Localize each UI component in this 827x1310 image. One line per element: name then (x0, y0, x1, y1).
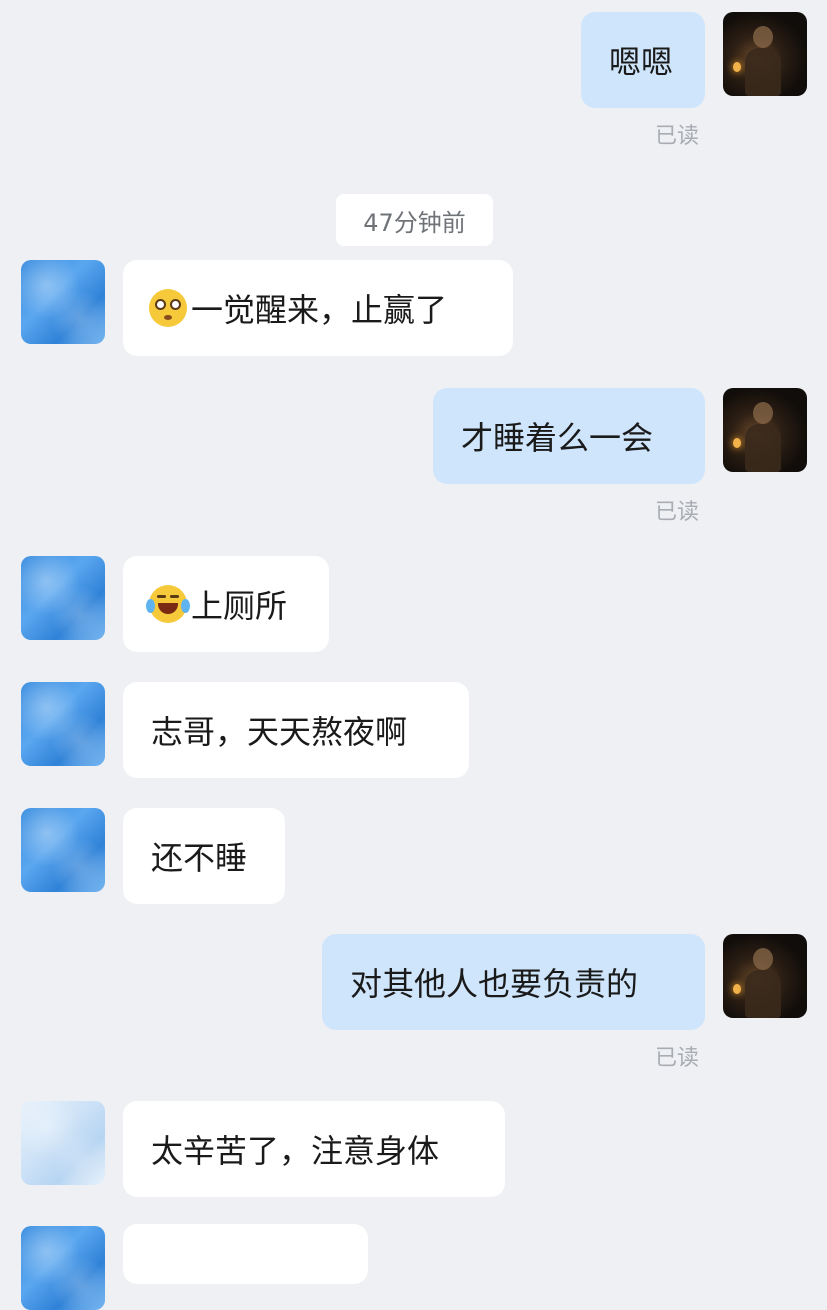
message-bubble-received[interactable]: 志哥，天天熬夜啊 (123, 682, 469, 778)
contact-avatar[interactable] (21, 556, 105, 640)
my-avatar[interactable] (723, 388, 807, 472)
candle-flame-icon (733, 438, 741, 448)
message-bubble-received[interactable] (123, 1224, 368, 1284)
message-bubble-sent[interactable]: 才睡着么一会 (433, 388, 705, 484)
my-avatar[interactable] (723, 934, 807, 1018)
face-with-tears-of-joy-icon (146, 585, 190, 623)
read-status: 已读 (655, 500, 700, 525)
message-bubble-received[interactable]: 太辛苦了，注意身体 (123, 1101, 505, 1197)
message-bubble-received[interactable]: 一觉醒来，止赢了 (123, 260, 513, 356)
message-text: 志哥，天天熬夜啊 (151, 713, 408, 751)
message-bubble-received[interactable]: 上厕所 (123, 556, 329, 652)
message-bubble-received[interactable]: 还不睡 (123, 808, 285, 904)
my-avatar[interactable] (723, 12, 807, 96)
candle-flame-icon (733, 984, 741, 994)
contact-avatar[interactable] (21, 682, 105, 766)
message-text: 上厕所 (191, 587, 288, 625)
message-text: 太辛苦了，注意身体 (151, 1132, 440, 1170)
contact-avatar[interactable] (21, 808, 105, 892)
flushed-face-icon (149, 289, 187, 327)
read-status: 已读 (655, 1046, 700, 1071)
read-status: 已读 (655, 124, 700, 149)
contact-avatar[interactable] (21, 1101, 105, 1185)
timestamp-divider: 47分钟前 (336, 194, 493, 246)
message-bubble-sent[interactable]: 对其他人也要负责的 (322, 934, 705, 1030)
message-text: 还不睡 (151, 839, 248, 877)
message-text: 一觉醒来，止赢了 (191, 291, 448, 329)
message-text: 嗯嗯 (609, 43, 674, 81)
message-text: 才睡着么一会 (461, 419, 654, 457)
candle-flame-icon (733, 62, 741, 72)
message-bubble-sent[interactable]: 嗯嗯 (581, 12, 705, 108)
chat-history[interactable]: 嗯嗯 已读 47分钟前 一觉醒来，止赢了 才睡着么一会 已读 上厕所 志哥，天天… (0, 0, 827, 1310)
contact-avatar[interactable] (21, 1226, 105, 1310)
contact-avatar[interactable] (21, 260, 105, 344)
message-text: 对其他人也要负责的 (350, 965, 639, 1003)
